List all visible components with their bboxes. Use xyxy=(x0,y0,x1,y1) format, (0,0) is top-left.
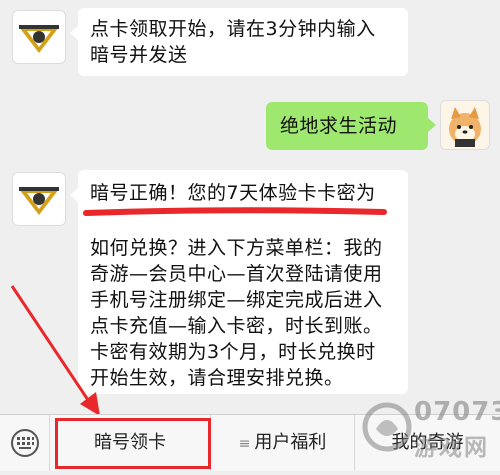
message-text-line: 暗号正确！您的7天体验卡卡密为 xyxy=(90,182,376,204)
menu-item-user-benefits[interactable]: ≡ 用户福利 xyxy=(210,415,354,471)
red-highlight-box xyxy=(55,418,211,469)
bot-avatar[interactable] xyxy=(12,10,66,64)
menu-item-label: 我的奇游 xyxy=(391,432,464,453)
menu-list-icon: ≡ xyxy=(238,436,251,452)
keyboard-icon xyxy=(11,429,39,457)
menu-item-my-qiyou[interactable]: 我的奇游 xyxy=(354,415,500,471)
shiba-dog-icon xyxy=(449,107,481,147)
bot-logo-icon xyxy=(19,187,59,215)
menu-item-label: 用户福利 xyxy=(254,432,327,453)
message-text-line: 绝地求生活动 xyxy=(280,115,398,137)
keyboard-toggle-button[interactable] xyxy=(0,415,50,471)
message-text-line: 奇游—会员中心—首次登陆请使用 xyxy=(90,263,383,285)
user-avatar[interactable] xyxy=(440,100,490,150)
message-text-line: 如何兑换？进入下方菜单栏：我的 xyxy=(90,237,383,259)
red-arrow-annotation xyxy=(10,285,100,416)
user-message-bubble[interactable]: 绝地求生活动 xyxy=(266,102,436,150)
bot-avatar[interactable] xyxy=(12,172,66,226)
message-text-line: 卡密有效期为3个月，时长兑换时 xyxy=(90,341,376,363)
bot-message-bubble[interactable]: 点卡领取开始，请在3分钟内输入 暗号并发送 xyxy=(70,8,408,76)
red-underline-annotation xyxy=(83,207,387,216)
message-text-line: 暗号并发送 xyxy=(90,44,188,66)
message-text-line: 开始生效，请合理安排兑换。 xyxy=(90,367,344,389)
message-text-line: 点卡充值—输入卡密，时长到账。 xyxy=(90,315,383,337)
bot-logo-icon xyxy=(19,25,59,53)
message-text-line: 手机号注册绑定—绑定完成后进入 xyxy=(90,289,383,311)
message-text-line: 点卡领取开始，请在3分钟内输入 xyxy=(90,18,376,40)
